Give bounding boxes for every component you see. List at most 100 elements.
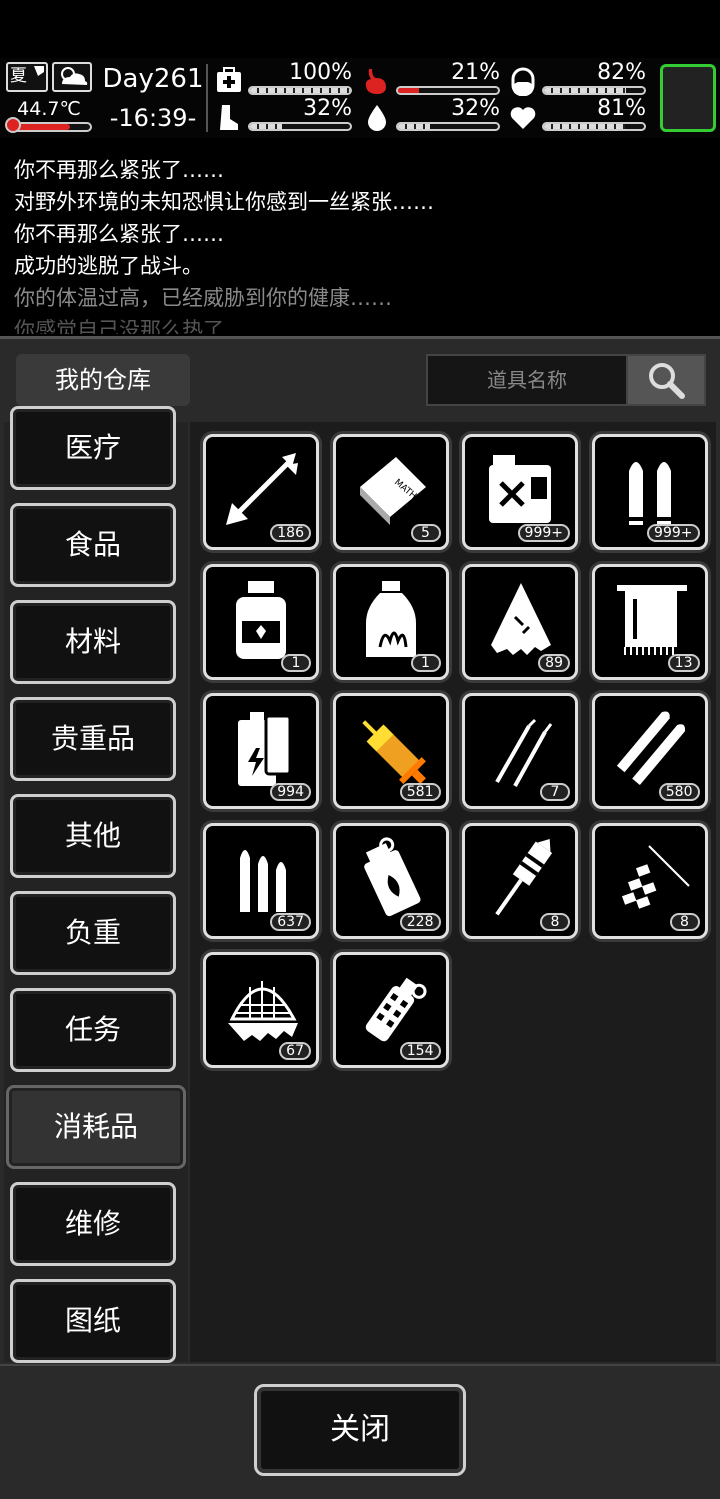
firework-rocket-icon — [495, 838, 553, 916]
stat-mood: 82% — [508, 60, 648, 96]
item-count-badge: 999+ — [517, 524, 570, 542]
stat-bar-fill — [250, 88, 350, 93]
item-count-badge: 994 — [270, 783, 311, 801]
item-count-badge: 186 — [270, 524, 311, 542]
flashbang-icon — [365, 977, 427, 1042]
stat-bar — [542, 122, 646, 131]
inventory-slot[interactable]: 67 — [203, 952, 319, 1068]
flag-icon — [34, 66, 44, 76]
item-count-badge: 8 — [669, 912, 700, 931]
inventory-slot[interactable]: 7 — [462, 693, 578, 809]
category-tab[interactable]: 消耗品 — [6, 1085, 186, 1169]
heart-icon — [510, 107, 536, 129]
item-count-badge: 999+ — [647, 524, 700, 542]
stat-bar — [248, 86, 352, 95]
search-button[interactable] — [626, 354, 706, 406]
item-count-badge: 67 — [279, 1042, 311, 1060]
season-indicator: 夏 — [6, 62, 48, 92]
item-search-input[interactable]: 道具名称 — [426, 354, 626, 406]
inventory-slot[interactable]: 1 — [332, 563, 449, 680]
torn-cloth-icon — [491, 582, 551, 655]
stat-value: 32% — [303, 96, 352, 121]
thermometer-icon — [5, 117, 21, 133]
log-line: 你不再那么紧张了…… — [14, 222, 224, 246]
net-trap-icon — [228, 981, 298, 1041]
log-line: 你感觉自己没那么热了…… — [14, 318, 266, 334]
stat-health: 100% — [214, 60, 354, 96]
item-count-badge: 154 — [399, 1042, 441, 1060]
weather-icon — [52, 62, 92, 92]
inventory-slot[interactable]: 13 — [591, 563, 708, 680]
fuel-can-icon — [489, 455, 551, 523]
stat-bar-fill — [398, 124, 430, 129]
category-tab[interactable]: 食品 — [10, 503, 176, 587]
inventory-slot[interactable]: 637 — [203, 822, 319, 939]
bullets-icon — [628, 462, 671, 525]
stat-value: 81% — [597, 96, 646, 121]
inventory-slot[interactable]: 999+ — [591, 434, 708, 550]
capsule-icon — [511, 67, 535, 96]
stat-bar — [542, 86, 646, 95]
battery-icon — [238, 712, 292, 786]
log-line: 成功的逃脱了战斗。 — [14, 254, 203, 278]
towel-icon — [616, 584, 687, 655]
category-tab[interactable]: 图纸 — [10, 1279, 176, 1363]
inventory-slot[interactable]: 1 — [203, 563, 319, 680]
inventory-slot[interactable]: 8 — [591, 822, 708, 939]
inventory-slot[interactable]: 186 — [203, 434, 319, 550]
storage-title-tab[interactable]: 我的仓库 — [16, 354, 190, 406]
stat-value: 32% — [451, 96, 500, 121]
category-tab[interactable]: 维修 — [10, 1182, 176, 1266]
search-icon — [649, 363, 685, 399]
inventory-slot[interactable]: 999+ — [462, 434, 578, 550]
water-drop-icon — [368, 105, 386, 131]
stat-thirst: 32% — [362, 96, 502, 132]
log-line: 对野外环境的未知恐惧让你感到一丝紧张…… — [14, 190, 434, 214]
incendiary-grenade-icon — [363, 836, 421, 916]
stat-heart: 81% — [508, 96, 648, 132]
category-tab[interactable]: 材料 — [10, 600, 176, 684]
inventory-slot[interactable]: 580 — [591, 693, 708, 809]
stat-hunger: 21% — [362, 60, 502, 96]
close-button[interactable]: 关闭 — [254, 1384, 466, 1476]
syringe-icon — [361, 720, 426, 784]
category-tab[interactable]: 任务 — [10, 988, 176, 1072]
inventory-slot[interactable]: 89 — [462, 563, 578, 680]
stat-bar-fill — [398, 88, 419, 93]
equipped-slot[interactable] — [660, 64, 716, 132]
stat-value: 100% — [289, 60, 352, 85]
cartridges-icon — [240, 849, 286, 912]
stat-bar — [396, 86, 500, 95]
lockpick-icon — [495, 718, 553, 787]
category-tab[interactable]: 医疗 — [10, 406, 176, 490]
log-line: 你的体温过高，已经威胁到你的健康…… — [14, 286, 392, 310]
item-count-badge: 228 — [399, 912, 441, 931]
inventory-slot[interactable]: 154 — [332, 952, 449, 1068]
game-clock: -16:39- — [109, 104, 197, 132]
stat-bar — [248, 122, 352, 131]
inventory-slot[interactable]: 8 — [462, 822, 578, 939]
item-count-badge: 13 — [667, 653, 700, 672]
stat-value: 82% — [597, 60, 646, 85]
item-count-badge: 581 — [399, 783, 441, 801]
category-tab[interactable]: 其他 — [10, 794, 176, 878]
category-tab[interactable]: 负重 — [10, 891, 176, 975]
season-label: 夏 — [10, 66, 27, 86]
item-count-badge: 7 — [540, 783, 570, 801]
category-tab[interactable]: 贵重品 — [10, 697, 176, 781]
stat-bar-fill — [544, 88, 626, 93]
stat-bar — [396, 122, 500, 131]
herb-bottle-icon — [365, 580, 416, 657]
inventory-slot[interactable]: 581 — [332, 693, 449, 809]
inventory-slot[interactable]: 994 — [203, 693, 319, 809]
stomach-icon — [365, 69, 386, 94]
medkit-icon — [217, 67, 241, 92]
log-line: 你不再那么紧张了…… — [14, 158, 224, 182]
inventory-slot[interactable]: MATH 5 — [332, 434, 449, 550]
math-book-icon: MATH — [359, 457, 426, 525]
item-count-badge: 8 — [540, 912, 570, 931]
inventory-slot[interactable]: 228 — [332, 822, 449, 939]
medicine-bottle-icon — [236, 580, 286, 659]
stat-bar-fill — [544, 124, 625, 129]
stat-bar-fill — [250, 124, 282, 129]
